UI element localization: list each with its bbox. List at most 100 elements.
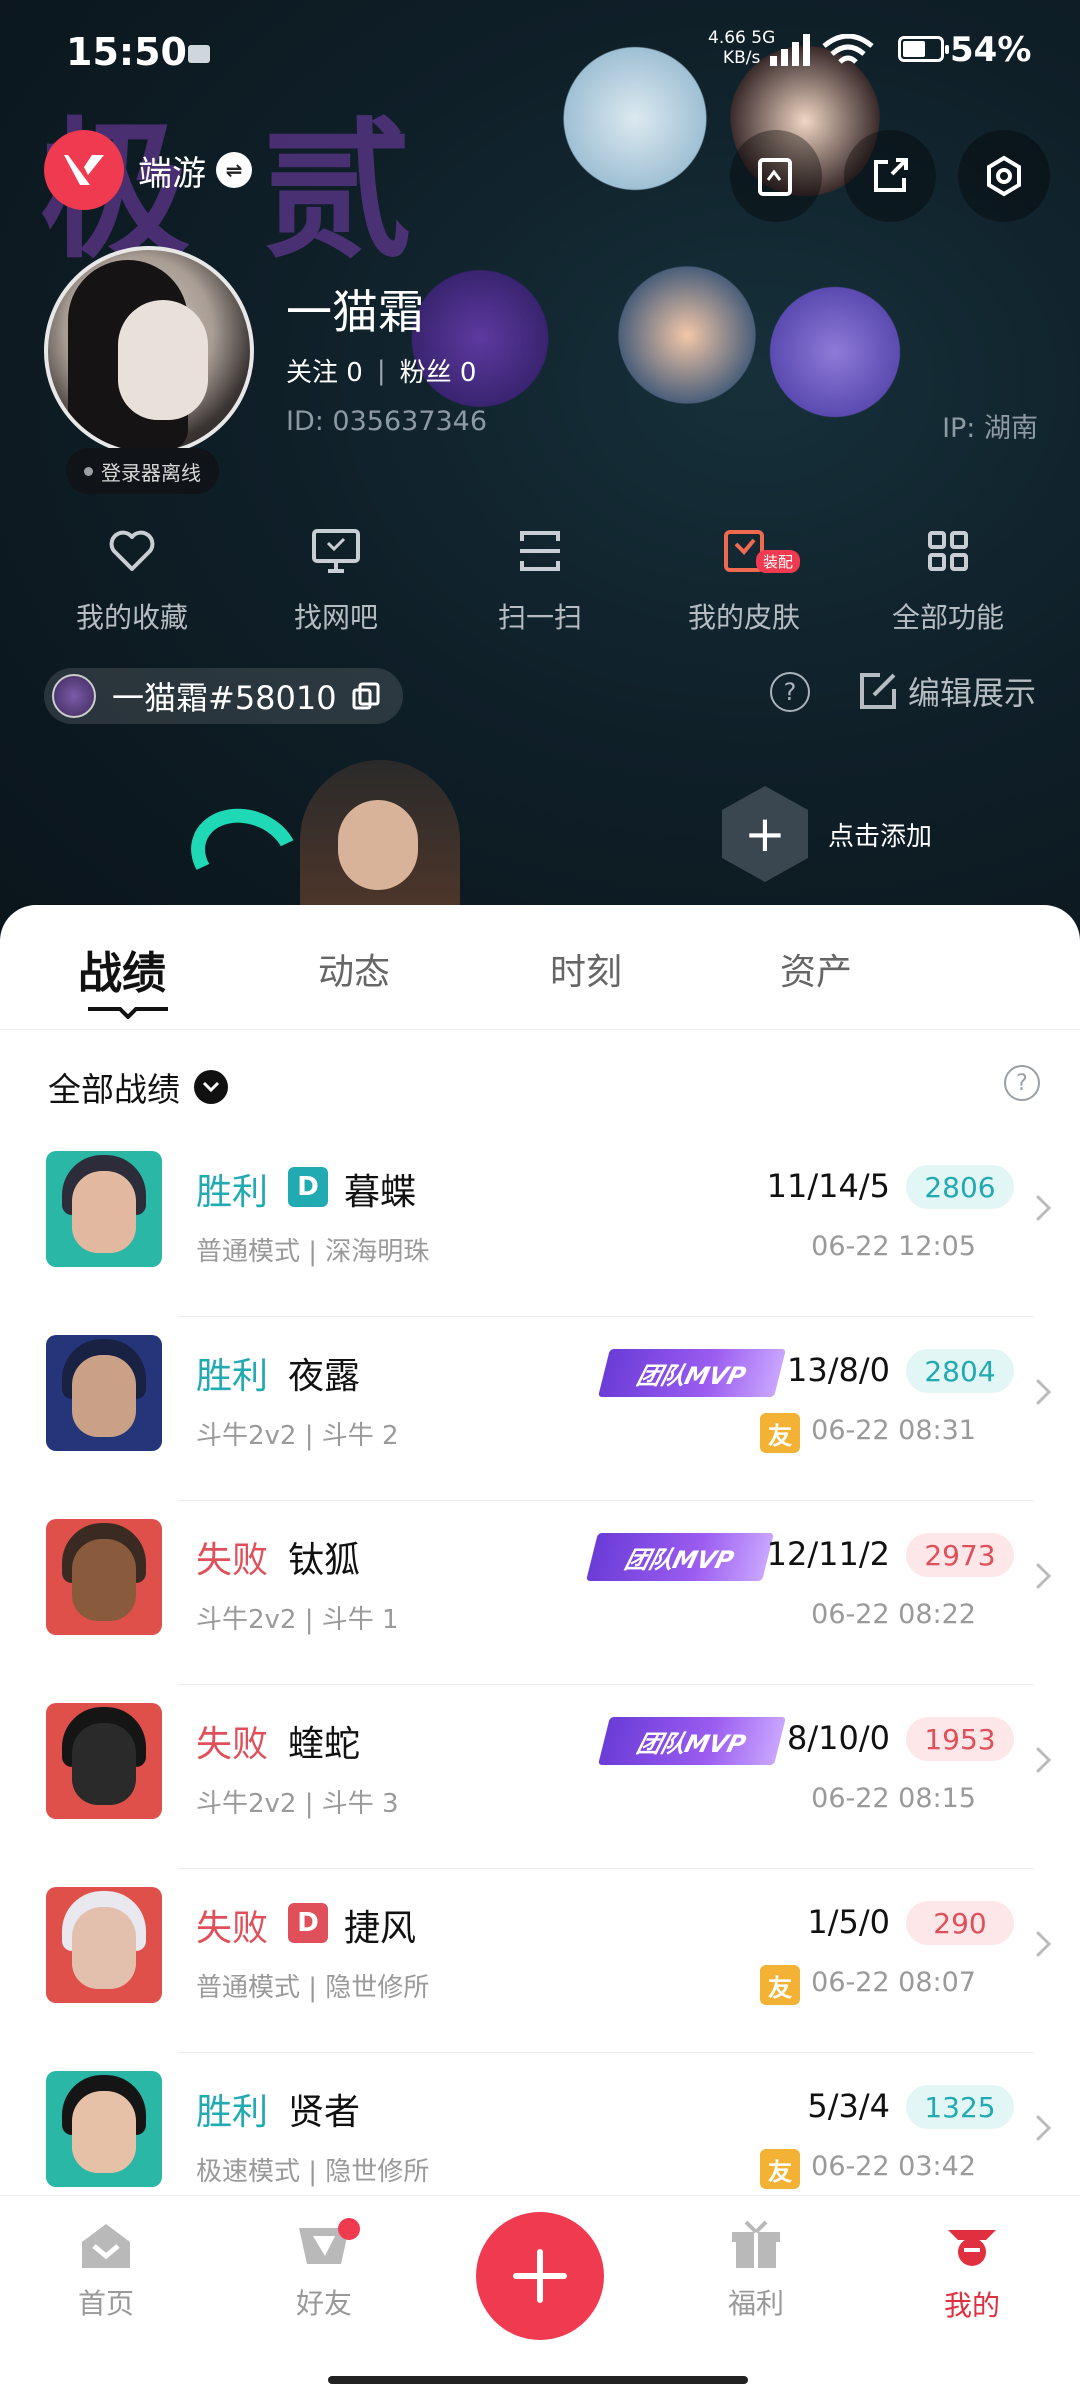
- login-status-badge: 登录器离线: [66, 448, 219, 494]
- nav-welfare[interactable]: 福利: [696, 2220, 816, 2322]
- match-mode: 普通模式 | 隐世修所: [196, 1973, 430, 2003]
- chevron-right-icon: [1035, 1746, 1052, 1774]
- platform-switcher[interactable]: 端游 ⇌: [44, 130, 252, 210]
- all-features-button[interactable]: 全部功能: [858, 520, 1038, 636]
- message-notification-icon: [188, 45, 210, 63]
- agent-avatar: [46, 1151, 162, 1267]
- match-score: 1953: [906, 1717, 1014, 1761]
- help-icon[interactable]: ?: [770, 672, 810, 712]
- match-score: 2804: [906, 1349, 1014, 1393]
- match-time: 06-22 03:42: [811, 2151, 976, 2182]
- sticker-character: [760, 262, 910, 442]
- user-id: ID: 035637346: [286, 406, 488, 437]
- fans-count[interactable]: 粉丝 0: [400, 352, 477, 389]
- nav-me[interactable]: 我的: [912, 2220, 1032, 2324]
- heart-icon: [109, 530, 155, 571]
- home-icon: [82, 2224, 130, 2268]
- valorant-logo-icon: [44, 130, 124, 210]
- match-row[interactable]: 胜利 D 暮蝶 普通模式 | 深海明珠 11/14/5 2806 06-22 1…: [0, 1133, 1080, 1317]
- avatar[interactable]: [44, 246, 254, 456]
- chevron-right-icon: [1035, 1930, 1052, 1958]
- chevron-down-icon: [194, 1070, 228, 1104]
- card-icon: [758, 158, 792, 196]
- wifi-icon: [822, 34, 874, 64]
- nav-friends[interactable]: 好友: [264, 2218, 384, 2322]
- create-post-button[interactable]: [476, 2212, 604, 2340]
- grid-icon: [928, 531, 968, 571]
- agent-avatar: [46, 1519, 162, 1635]
- tab-record[interactable]: 战绩: [78, 937, 166, 1001]
- match-time: 06-22 08:15: [811, 1783, 976, 1814]
- team-mvp-badge: 团队MVP: [598, 1349, 786, 1397]
- match-time: 06-22 12:05: [811, 1231, 976, 1262]
- bottom-navigation: 首页 好友 福利 我的: [0, 2195, 1080, 2400]
- match-row[interactable]: 失败 D 捷风 普通模式 | 隐世修所 1/5/0 290 友 06-22 08…: [0, 1869, 1080, 2053]
- notification-dot: [338, 2218, 360, 2240]
- match-row[interactable]: 失败 蝰蛇 斗牛2v2 | 斗牛 3 团队MVP 8/10/0 1953 06-…: [0, 1685, 1080, 1869]
- match-mode: 普通模式 | 深海明珠: [196, 1237, 430, 1267]
- agent-name: 钛狐: [288, 1540, 361, 1581]
- match-score: 2806: [906, 1165, 1014, 1209]
- match-mode: 斗牛2v2 | 斗牛 1: [196, 1605, 399, 1635]
- switch-icon: ⇌: [216, 152, 252, 188]
- settings-button[interactable]: [958, 130, 1050, 222]
- find-netcafe-button[interactable]: 找网吧: [246, 520, 426, 636]
- match-time: 06-22 08:07: [811, 1967, 976, 1998]
- active-tab-indicator: [88, 1007, 168, 1019]
- agent-name: 贤者: [288, 2092, 361, 2133]
- signal-icon: [770, 34, 810, 66]
- add-showcase-button[interactable]: + 点击添加: [722, 786, 932, 882]
- help-icon[interactable]: ?: [1004, 1065, 1040, 1101]
- battery-percent: 54%: [950, 30, 1032, 70]
- chevron-right-icon: [1035, 1562, 1052, 1590]
- nav-home[interactable]: 首页: [46, 2220, 166, 2322]
- match-mode: 斗牛2v2 | 斗牛 3: [196, 1789, 399, 1819]
- my-skins-button[interactable]: 装配 我的皮肤: [654, 520, 834, 636]
- edit-icon: [859, 673, 896, 709]
- edit-display-button[interactable]: 编辑展示: [858, 668, 1036, 714]
- following-count[interactable]: 关注 0: [286, 352, 363, 389]
- chevron-right-icon: [1035, 1194, 1052, 1222]
- platform-label: 端游: [138, 153, 206, 194]
- match-mode: 斗牛2v2 | 斗牛 2: [196, 1421, 399, 1451]
- copy-icon[interactable]: [351, 681, 381, 711]
- match-score: 290: [906, 1901, 1014, 1945]
- agent-avatar: [46, 1703, 162, 1819]
- tab-feed[interactable]: 动态: [318, 943, 390, 995]
- tab-assets[interactable]: 资产: [780, 943, 852, 995]
- match-kda: 13/8/0: [787, 1351, 890, 1389]
- ip-location: IP: 湖南: [942, 413, 1038, 444]
- share-button[interactable]: [844, 130, 936, 222]
- record-filter-dropdown[interactable]: 全部战绩: [48, 1063, 228, 1111]
- match-row[interactable]: 胜利 夜露 斗牛2v2 | 斗牛 2 团队MVP 13/8/0 2804 友 0…: [0, 1317, 1080, 1501]
- team-mvp-badge: 团队MVP: [598, 1717, 786, 1765]
- card-edit-button[interactable]: [730, 130, 822, 222]
- tab-moments[interactable]: 时刻: [550, 943, 622, 995]
- match-row[interactable]: 失败 钛狐 斗牛2v2 | 斗牛 1 团队MVP 12/11/2 2973 06…: [0, 1501, 1080, 1685]
- friend-badge: 友: [760, 2149, 800, 2189]
- friend-badge: 友: [760, 1965, 800, 2005]
- duel-badge: D: [288, 1167, 328, 1207]
- chevron-right-icon: [1035, 2114, 1052, 2142]
- match-kda: 5/3/4: [807, 2087, 890, 2125]
- quick-actions: 我的收藏 找网吧 扫一扫 装配 我的皮肤 全部功能: [0, 520, 1080, 636]
- tab-bar: 战绩 动态 时刻 资产: [0, 905, 1080, 1030]
- match-result: 失败: [196, 1540, 269, 1581]
- favorites-button[interactable]: 我的收藏: [42, 520, 222, 636]
- home-indicator: [328, 2376, 748, 2384]
- sticker-character: [612, 250, 762, 420]
- gear-icon: [987, 155, 1021, 197]
- agent-avatar: [46, 2071, 162, 2187]
- agent-name: 蝰蛇: [288, 1724, 361, 1765]
- match-kda: 12/11/2: [766, 1535, 890, 1573]
- profile-username: 一猫霜: [286, 285, 424, 339]
- match-result: 胜利: [196, 1356, 269, 1397]
- profile-icon: [948, 2230, 996, 2266]
- match-time: 06-22 08:31: [811, 1415, 976, 1446]
- friend-badge: 友: [760, 1413, 800, 1453]
- game-id-chip[interactable]: 一猫霜#58010: [44, 668, 403, 724]
- scan-button[interactable]: 扫一扫: [450, 520, 630, 636]
- team-mvp-badge: 团队MVP: [586, 1533, 774, 1581]
- agent-avatar: [46, 1887, 162, 2003]
- scan-icon: [520, 531, 560, 571]
